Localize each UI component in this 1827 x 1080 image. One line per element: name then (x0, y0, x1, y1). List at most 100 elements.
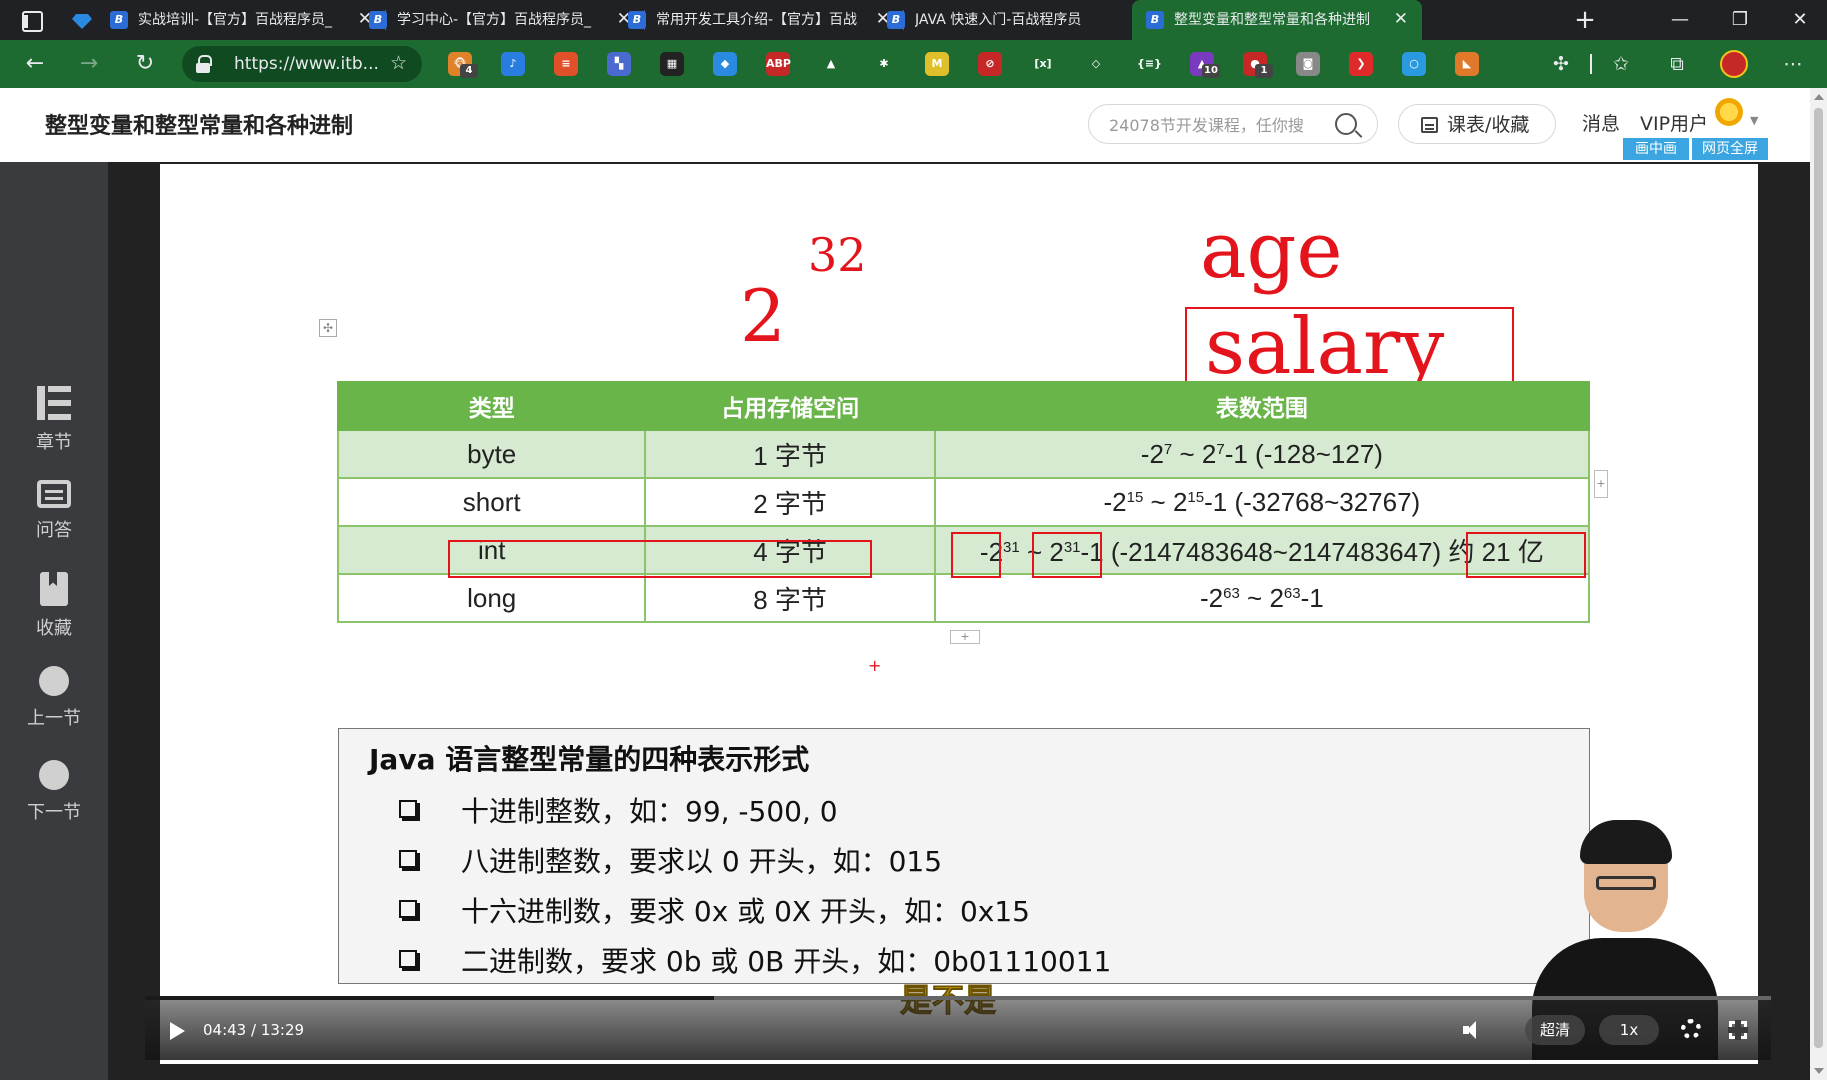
sidebar-item-previous[interactable]: ‹ 上一节 (0, 666, 108, 730)
close-window-button[interactable]: ✕ (1780, 6, 1820, 34)
pinned-tab[interactable] (66, 8, 98, 32)
minimize-button[interactable]: — (1660, 6, 1700, 34)
checkbox-bullet-icon (399, 800, 417, 818)
ext-calc-icon[interactable]: ▦ (660, 52, 684, 76)
ext-block-icon[interactable]: ⊘ (978, 52, 1002, 76)
favorite-icon[interactable]: ☆ (390, 51, 407, 75)
checkbox-bullet-icon (399, 850, 417, 868)
ext-mushroom-icon[interactable]: ● 1 (1243, 52, 1273, 78)
player-controls: 04:43 / 13:29 超清 1x (145, 1000, 1771, 1060)
ext-red-c-icon[interactable]: ❯ (1349, 52, 1373, 76)
list-item: 十进制整数，如：99, -500, 0 (399, 795, 838, 829)
list-item: 二进制数，要求 0b 或 0B 开头，如：0b01110011 (399, 945, 1111, 979)
vip-user-link[interactable]: VIP用户 (1640, 112, 1708, 136)
scroll-down-icon[interactable] (1814, 1068, 1824, 1074)
table-header-range: 表数范围 (933, 381, 1591, 431)
course-schedule-button[interactable]: 课表/收藏 (1398, 104, 1556, 144)
ext-diamond-icon[interactable]: ◇ (1084, 52, 1108, 76)
reload-button[interactable]: ↻ (128, 48, 162, 80)
ext-mountain-icon[interactable]: ▲ (819, 52, 843, 76)
page-scrollbar[interactable] (1810, 88, 1827, 1080)
search-box[interactable] (1088, 104, 1378, 144)
browser-tab[interactable]: BJAVA 快速入门-百战程序员✕ (873, 0, 1163, 40)
list-item: 十六进制数，要求 0x 或 0X 开头，如：0x15 (399, 895, 1030, 929)
favorites-icon[interactable]: ✩ (1608, 52, 1634, 76)
search-icon[interactable] (1335, 113, 1357, 135)
sidebar-item-next[interactable]: › 下一节 (0, 760, 108, 824)
video-timecode: 04:43 / 13:29 (203, 1021, 305, 1039)
forward-button[interactable]: → (72, 48, 106, 80)
ext-braces-icon[interactable]: {≡} (1137, 52, 1162, 76)
ext-asterisk-icon[interactable]: ✱ (872, 52, 896, 76)
scroll-up-icon[interactable] (1814, 94, 1824, 100)
bookmark-icon (40, 572, 68, 606)
back-button[interactable]: ← (18, 48, 52, 80)
browser-tab[interactable]: B 学习中心-【官方】百战程序员_ ✕ (355, 0, 645, 40)
messages-link[interactable]: 消息 (1582, 112, 1620, 136)
restore-button[interactable]: ❐ (1720, 6, 1760, 34)
search-input[interactable] (1109, 114, 1329, 136)
collections-icon[interactable]: ⧉ (1664, 52, 1690, 76)
sidebar-item-favorites[interactable]: 收藏 (0, 572, 108, 640)
ext-fox-icon[interactable]: ◣ (1455, 52, 1479, 76)
browser-tab[interactable]: B 实战培训-【官方】百战程序员_ ✕ (96, 0, 386, 40)
exponent: 63 (1223, 584, 1240, 602)
scrollbar-thumb[interactable] (1814, 108, 1823, 1048)
play-icon[interactable] (170, 1022, 185, 1040)
list-item-text: 二进制数，要求 0b 或 0B 开头，如：0b01110011 (461, 945, 1112, 978)
speed-selector[interactable]: 1x (1599, 1015, 1659, 1045)
cell-type: long (336, 573, 647, 623)
gem-icon (72, 14, 92, 29)
sidebar-item-chapters[interactable]: 章节 (0, 386, 108, 454)
ext-tiktok-icon[interactable]: ♪ (501, 52, 525, 76)
ext-ring-icon[interactable]: ○ (1402, 52, 1426, 76)
ext-hat-icon[interactable]: ▲ 10 (1190, 52, 1220, 78)
sidebar-item-qa[interactable]: 问答 (0, 480, 108, 542)
exponent: 31 (1003, 538, 1020, 556)
more-menu-icon[interactable]: ⋯ (1780, 52, 1806, 76)
profile-avatar[interactable] (1720, 50, 1748, 78)
ext-grid-icon[interactable]: ▚ (607, 52, 631, 76)
site-favicon-icon: B (628, 11, 646, 29)
exponent: 15 (1126, 488, 1144, 506)
ext-gem-icon[interactable]: ◆ (713, 52, 737, 76)
table-row-short: short 2 字节 -215 ~ 215-1 (-32768~32767) (336, 477, 1591, 527)
picture-in-picture-button[interactable]: 画中画 (1623, 138, 1689, 160)
extension-badge: 4 (460, 64, 478, 78)
ext-monkey-icon[interactable]: 🐵 4 (448, 52, 478, 78)
volume-icon[interactable] (1463, 1020, 1485, 1040)
list-icon (37, 386, 71, 420)
tab-title: 实战培训-【官方】百战程序员_ (138, 12, 333, 28)
presenter-glasses (1596, 876, 1656, 890)
sidebar-item-label: 问答 (36, 520, 72, 541)
cell-range: -27 ~ 27-1 (-128~127) (933, 429, 1591, 479)
web-fullscreen-button[interactable]: 网页全屏 (1692, 138, 1768, 160)
exponent: 7 (1163, 440, 1173, 458)
table-add-row-icon[interactable]: + (950, 630, 980, 644)
presenter-hair (1580, 820, 1672, 864)
ext-orange-icon[interactable]: ≡ (554, 52, 578, 76)
fullscreen-icon[interactable] (1728, 1020, 1748, 1040)
annotation-box-note (1466, 532, 1586, 578)
browser-tab[interactable]: B 常用开发工具介绍-【官方】百战 ✕ (614, 0, 904, 40)
address-bar[interactable]: https://www.itb... ☆ (182, 46, 422, 82)
cell-size: 2 字节 (644, 477, 936, 527)
quality-selector[interactable]: 超清 (1525, 1015, 1585, 1045)
ext-camera-icon[interactable]: ◙ (1296, 52, 1320, 76)
extensions-puzzle-icon[interactable]: ✣ (1548, 52, 1574, 76)
table-header-size: 占用存储空间 (644, 381, 936, 431)
settings-gear-icon[interactable] (1681, 1019, 1701, 1039)
chevron-down-icon[interactable]: ▼ (1750, 114, 1758, 127)
browser-tab-strip: B 实战培训-【官方】百战程序员_ ✕ B 学习中心-【官方】百战程序员_ ✕ B 常用开发工… (0, 0, 1827, 40)
integer-types-table: 类型 占用存储空间 表数范围 byte 1 字节 -27 ~ 27-1 (-12… (336, 381, 1591, 623)
tab-actions-icon[interactable] (10, 6, 52, 34)
close-tab-icon[interactable]: ✕ (1394, 8, 1408, 30)
browser-tab[interactable]: B 整型变量和整型常量和各种进制 ✕ (1132, 0, 1422, 40)
ext-abp-icon[interactable]: ABP (766, 52, 791, 76)
table-move-handle-icon[interactable]: ✣ (319, 319, 337, 337)
lock-icon[interactable] (196, 55, 212, 73)
ext-x-icon[interactable]: [x] (1031, 52, 1055, 76)
ext-m-icon[interactable]: M (925, 52, 949, 76)
new-tab-button[interactable]: + (1570, 4, 1600, 36)
table-add-column-icon[interactable]: + (1594, 470, 1608, 498)
